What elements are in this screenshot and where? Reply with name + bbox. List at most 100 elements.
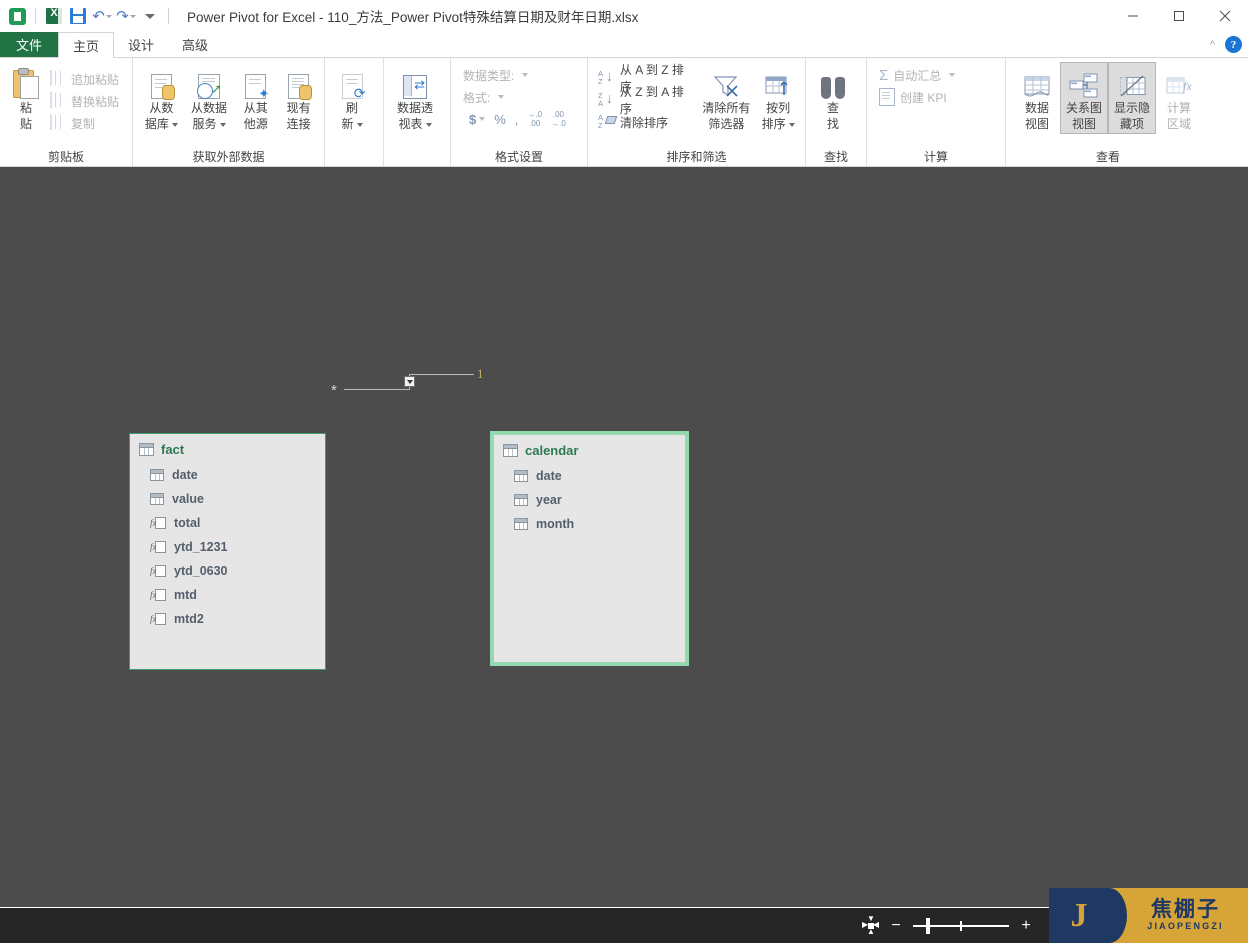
autosum-button[interactable]: Σ 自动汇总 — [877, 64, 957, 86]
sort-ascending-icon: A Z ↓ — [598, 68, 613, 86]
field-row[interactable]: fx total — [150, 511, 325, 535]
currency-format-button[interactable]: $ — [469, 112, 476, 127]
field-row[interactable]: year — [514, 488, 685, 512]
decrease-decimal-button[interactable]: .00 →.0 — [551, 110, 566, 128]
diagram-table-calendar[interactable]: calendar date year month — [490, 431, 689, 666]
ribbon-group-refresh: ⟳ 刷 新 — [324, 58, 383, 166]
show-hidden-icon — [1119, 75, 1146, 99]
ribbon-group-clipboard: 粘 贴 追加粘贴 替换粘贴 复制 剪贴板 — [0, 58, 132, 166]
paste-replace-label: 替换粘贴 — [71, 94, 120, 109]
zoom-slider-handle[interactable] — [926, 917, 930, 934]
diagram-view-label-2: 视图 — [1071, 117, 1096, 131]
show-hidden-button[interactable]: 显示隐 藏项 — [1108, 62, 1156, 134]
close-button[interactable] — [1202, 0, 1248, 32]
paste-button[interactable]: 粘 贴 — [4, 62, 48, 134]
sort-z-to-a-button[interactable]: Z A ↓ 从 Z 到 A 排序 — [596, 85, 698, 116]
autosum-chevron-down-icon[interactable] — [949, 73, 956, 77]
calculation-area-icon: fx — [1165, 75, 1193, 99]
field-row[interactable]: value — [150, 487, 325, 511]
copy-button[interactable]: 复制 — [48, 112, 121, 134]
number-format-row: $ % , →.0.00 .00 →.0 — [461, 108, 568, 130]
window-title: Power Pivot for Excel - 110_方法_Power Piv… — [187, 10, 639, 25]
diagram-view-button[interactable]: 关系图 视图 — [1060, 62, 1108, 134]
paste-replace-button[interactable]: 替换粘贴 — [48, 90, 121, 112]
table-header-fact[interactable]: fact — [130, 434, 325, 463]
data-view-button[interactable]: 数据 视图 — [1014, 62, 1060, 134]
field-row[interactable]: date — [514, 464, 685, 488]
from-data-service-button[interactable]: ➚ 从数据 服务 — [184, 62, 235, 134]
relationship-one-label: 1 — [477, 366, 484, 381]
refresh-label-1: 刷 — [345, 101, 358, 115]
refresh-button[interactable]: ⟳ 刷 新 — [329, 62, 375, 134]
format-selector[interactable]: 格式: — [461, 86, 506, 108]
field-row[interactable]: fx ytd_1231 — [150, 535, 325, 559]
undo-icon[interactable]: ↶ — [92, 6, 112, 26]
powerpivot-app-icon[interactable] — [7, 6, 27, 26]
diagram-view-icon — [1069, 73, 1099, 99]
save-icon[interactable] — [68, 6, 88, 26]
ribbon-tab-strip: 文件 主页 设计 高级 ^ ? — [0, 32, 1248, 58]
field-row[interactable]: fx ytd_0630 — [150, 559, 325, 583]
from-database-button[interactable]: 从数 据库 — [139, 62, 184, 134]
pivottable-button[interactable]: ⇄ 数据透 视表 — [388, 62, 442, 134]
currency-chevron-down-icon[interactable] — [479, 117, 486, 121]
field-label: date — [536, 469, 562, 483]
sort-by-column-button[interactable]: 按列 排序 — [755, 62, 801, 134]
field-label: mtd2 — [174, 612, 204, 626]
field-label: year — [536, 493, 562, 507]
field-label: date — [172, 468, 198, 482]
calculation-area-button[interactable]: fx 计算 区域 — [1156, 62, 1202, 134]
field-row[interactable]: fx mtd2 — [150, 607, 325, 631]
ribbon-group-external-data: 从数 据库 ➚ 从数据 服务 ✦ 从其 他源 现有 连接 获取外部数据 — [132, 58, 324, 166]
format-label: 格式: — [463, 90, 491, 105]
table-header-calendar[interactable]: calendar — [494, 435, 685, 464]
field-row[interactable]: fx mtd — [150, 583, 325, 607]
data-view-label-1: 数据 — [1024, 101, 1049, 115]
zoom-in-button[interactable]: + — [1019, 917, 1033, 934]
tab-home[interactable]: 主页 — [58, 32, 115, 58]
filter-direction-arrow-icon[interactable] — [404, 376, 415, 387]
create-kpi-button[interactable]: 创建 KPI — [877, 86, 949, 108]
clear-all-filters-button[interactable]: 清除所有 筛选器 — [698, 62, 756, 134]
ribbon-group-calculations: Σ 自动汇总 创建 KPI 计算 — [866, 58, 1005, 166]
help-button[interactable]: ? — [1225, 36, 1242, 53]
paste-label-1: 粘 — [19, 101, 32, 115]
quick-access-toolbar: ↶ ↷ — [0, 6, 173, 26]
zoom-out-button[interactable]: − — [889, 917, 903, 934]
paste-replace-icon — [50, 92, 66, 109]
fit-to-screen-icon[interactable]: ▶ ◀ ▼ ▲ — [862, 915, 879, 936]
data-type-chevron-down-icon[interactable] — [522, 73, 529, 77]
paste-append-label: 追加粘贴 — [71, 72, 120, 87]
copy-icon — [50, 114, 66, 131]
sigma-icon: Σ — [879, 66, 889, 84]
field-row[interactable]: month — [514, 512, 685, 536]
field-row[interactable]: date — [150, 463, 325, 487]
collapse-ribbon-icon[interactable]: ^ — [1210, 39, 1215, 51]
tab-file[interactable]: 文件 — [0, 32, 59, 57]
excel-icon[interactable] — [44, 6, 64, 26]
clear-sort-button[interactable]: AZ 清除排序 — [596, 111, 698, 133]
paste-append-button[interactable]: 追加粘贴 — [48, 68, 121, 90]
data-type-selector[interactable]: 数据类型: — [461, 64, 530, 86]
existing-connections-label-1: 现有 — [286, 101, 311, 115]
ribbon-group-find: 查 找 查找 — [805, 58, 866, 166]
comma-format-button[interactable]: , — [515, 112, 519, 127]
maximize-button[interactable] — [1156, 0, 1202, 32]
diagram-canvas[interactable]: fact date value fx total fx ytd_1231 fx … — [0, 167, 1248, 907]
diagram-table-fact[interactable]: fact date value fx total fx ytd_1231 fx … — [129, 433, 326, 670]
group-label-pivottable — [388, 149, 446, 166]
format-chevron-down-icon[interactable] — [498, 95, 505, 99]
redo-icon[interactable]: ↷ — [116, 6, 136, 26]
zoom-slider[interactable] — [913, 917, 1009, 934]
paste-label-2: 贴 — [19, 117, 32, 131]
increase-decimal-button[interactable]: →.0.00 — [527, 110, 542, 128]
customize-qat-icon[interactable] — [140, 6, 160, 26]
tab-advanced[interactable]: 高级 — [168, 32, 222, 57]
tab-design[interactable]: 设计 — [114, 32, 168, 57]
calculated-field-icon: fx — [150, 588, 166, 602]
minimize-button[interactable] — [1110, 0, 1156, 32]
find-button[interactable]: 查 找 — [810, 62, 856, 134]
percent-format-button[interactable]: % — [494, 112, 506, 127]
existing-connections-button[interactable]: 现有 连接 — [277, 62, 320, 134]
from-other-sources-button[interactable]: ✦ 从其 他源 — [234, 62, 277, 134]
